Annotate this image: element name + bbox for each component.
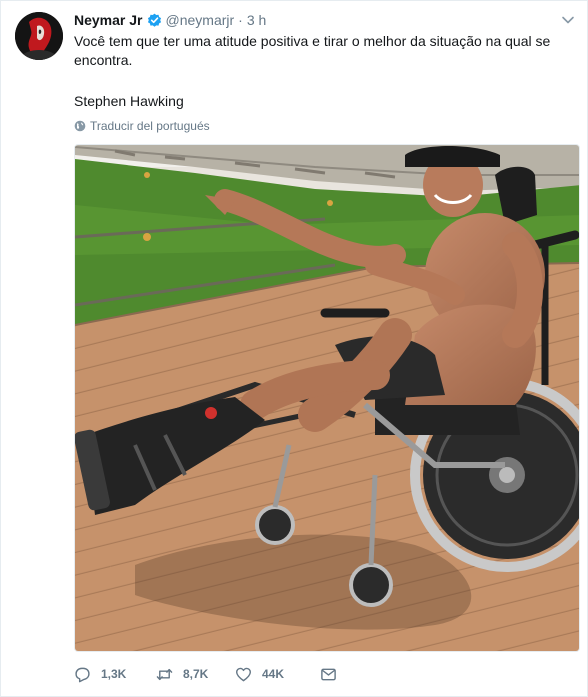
envelope-icon <box>321 668 336 680</box>
tweet-text-line: Stephen Hawking <box>74 93 184 109</box>
timestamp[interactable]: 3 h <box>247 12 266 28</box>
reply-button[interactable]: 1,3K <box>74 666 156 683</box>
retweet-count: 8,7K <box>183 667 209 681</box>
retweet-button[interactable]: 8,7K <box>156 666 235 683</box>
tweet-photo[interactable] <box>74 144 580 652</box>
like-count: 44K <box>262 667 285 681</box>
avatar[interactable] <box>15 12 63 60</box>
globe-icon <box>74 120 86 132</box>
chevron-down-icon[interactable] <box>561 15 575 25</box>
tweet-header: Neymar Jr @neymarjr · 3 h <box>74 11 266 29</box>
translate-link[interactable]: Traducir del portugués <box>74 118 210 134</box>
reply-count: 1,3K <box>101 667 127 681</box>
tweet-actions: 1,3K 8,7K 44K <box>74 664 347 684</box>
author-name[interactable]: Neymar Jr <box>74 12 143 28</box>
tweet-card[interactable]: Neymar Jr @neymarjr · 3 h Você tem que t… <box>0 0 588 697</box>
reply-icon <box>75 667 90 682</box>
verified-badge-icon <box>147 13 161 27</box>
tweet-text-line: encontra. <box>74 52 133 68</box>
separator-dot: · <box>238 12 243 28</box>
translate-label: Traducir del portugués <box>90 119 210 133</box>
direct-message-button[interactable] <box>320 666 347 683</box>
like-button[interactable]: 44K <box>235 666 320 683</box>
tweet-text-line: Você tem que ter uma atitude positiva e … <box>74 33 551 49</box>
author-handle[interactable]: @neymarjr <box>166 12 235 28</box>
retweet-icon <box>156 668 173 680</box>
heart-icon <box>235 667 252 681</box>
